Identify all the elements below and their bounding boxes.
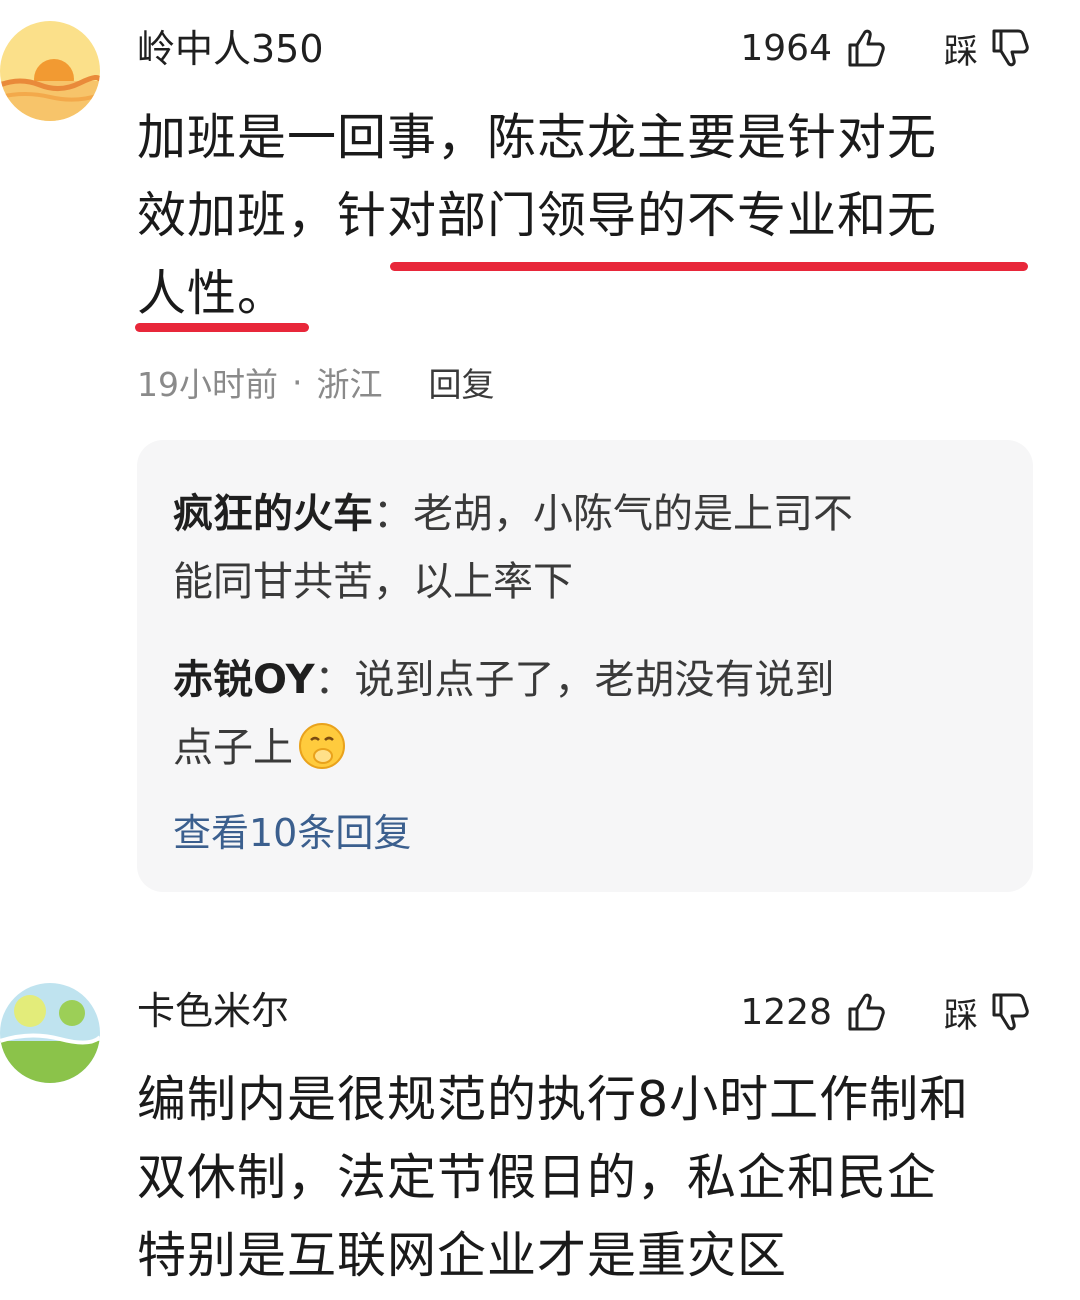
sub-reply-colon: ： bbox=[314, 657, 355, 703]
like-count: 1228 bbox=[740, 991, 832, 1033]
comment-line: 双休制，法定节假日的，私企和民企 bbox=[137, 1149, 938, 1206]
comment-meta: 19小时前 · 浙江 回复 bbox=[137, 358, 495, 406]
thumbs-down-icon[interactable] bbox=[988, 26, 1032, 70]
thumbs-down-icon[interactable] bbox=[988, 990, 1032, 1034]
username[interactable]: 卡色米尔 bbox=[137, 986, 289, 1036]
dislike-label[interactable]: 踩 bbox=[944, 988, 978, 1037]
sub-reply-text: 点子上 bbox=[173, 725, 293, 771]
sub-reply-author[interactable]: 疯狂的火车 bbox=[173, 491, 373, 537]
covering-mouth-emoji-icon bbox=[297, 721, 347, 771]
reply-button[interactable]: 回复 bbox=[429, 358, 495, 406]
thumbs-up-icon[interactable] bbox=[844, 990, 888, 1034]
comment-time: 19小时前 bbox=[137, 365, 278, 404]
sub-reply-text: 能同甘共苦，以上率下 bbox=[173, 559, 573, 605]
red-underline-mark bbox=[135, 323, 309, 332]
red-underline-mark bbox=[390, 262, 1028, 271]
like-count: 1964 bbox=[740, 27, 832, 69]
view-more-replies-link[interactable]: 查看10条回复 bbox=[173, 802, 411, 857]
comment-line: 特别是互联网企业才是重灾区 bbox=[137, 1227, 788, 1284]
landscape-avatar-icon[interactable] bbox=[0, 983, 100, 1083]
sub-reply-text: 说到点子了，老胡没有说到 bbox=[354, 657, 835, 703]
replies-box: 疯狂的火车：老胡，小陈气的是上司不 能同甘共苦，以上率下 赤锐OY：说到点子了，… bbox=[137, 440, 1033, 892]
thumbs-up-icon[interactable] bbox=[844, 26, 888, 70]
sub-reply: 赤锐OY：说到点子了，老胡没有说到 点子上 bbox=[173, 646, 993, 782]
comment-line: 加班是一回事，陈志龙主要是针对无 bbox=[137, 109, 938, 166]
comment-location: 浙江 bbox=[316, 365, 383, 404]
comment-text: 编制内是很规范的执行8小时工作制和 双休制，法定节假日的，私企和民企 特别是互联… bbox=[137, 1061, 1037, 1295]
comment-text: 加班是一回事，陈志龙主要是针对无 效加班，针对部门领导的不专业和无 人性。 bbox=[137, 99, 1037, 333]
sub-reply-text: 老胡，小陈气的是上司不 bbox=[413, 491, 853, 537]
comment-line: 编制内是很规范的执行8小时工作制和 bbox=[137, 1071, 970, 1128]
sunset-avatar-icon[interactable] bbox=[0, 21, 100, 121]
sub-reply-author[interactable]: 赤锐OY bbox=[173, 657, 315, 703]
comment-actions: 1228 踩 bbox=[740, 984, 1032, 1040]
sub-reply: 疯狂的火车：老胡，小陈气的是上司不 能同甘共苦，以上率下 bbox=[173, 480, 993, 616]
username[interactable]: 岭中人350 bbox=[137, 24, 324, 74]
meta-separator: · bbox=[292, 362, 303, 402]
comment-actions: 1964 踩 bbox=[740, 20, 1032, 76]
sub-reply-colon: ： bbox=[373, 491, 413, 537]
dislike-label[interactable]: 踩 bbox=[944, 24, 978, 73]
comment-line: 效加班，针对部门领导的不专业和无 bbox=[137, 187, 938, 244]
